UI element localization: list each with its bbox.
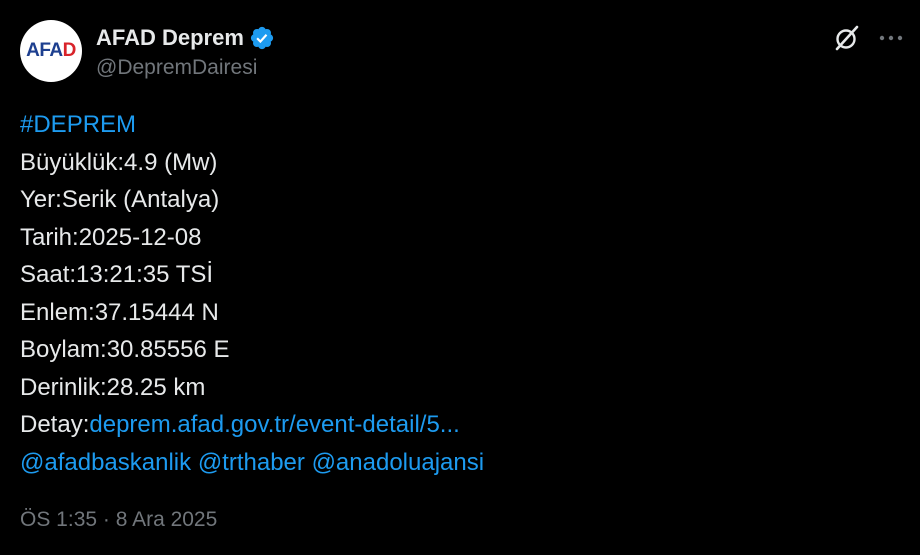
avatar-logo-text: AFAD <box>26 40 76 61</box>
mention-link[interactable]: @afadbaskanlik <box>20 449 191 476</box>
longitude-line: Boylam:30.85556 E <box>20 336 230 363</box>
avatar[interactable]: AFAD <box>20 20 82 82</box>
detail-link[interactable]: deprem.afad.gov.tr/event-detail/5... <box>89 411 459 438</box>
depth-line: Derinlik:28.25 km <box>20 373 206 401</box>
mention-link[interactable]: @anadoluajansi <box>312 449 485 476</box>
magnitude-line: Büyüklük:4.9 (Mw) <box>20 148 218 176</box>
time-line: Saat:13:21:35 TSİ <box>20 261 214 288</box>
more-horizontal-icon[interactable] <box>876 24 906 52</box>
verified-badge-icon[interactable] <box>249 25 275 51</box>
latitude-line: Enlem:37.15444 N <box>20 298 219 326</box>
detail-label: Detay: <box>20 411 90 438</box>
hashtag-link[interactable]: #DEPREM <box>20 111 136 138</box>
location-line: Yer:Serik (Antalya) <box>20 186 220 213</box>
author-name-row: AFAD Deprem <box>96 22 275 54</box>
mention-link[interactable]: @trthaber <box>198 449 305 476</box>
grok-icon[interactable] <box>833 24 861 52</box>
tweet-body: #DEPREM Büyüklük:4.9 (Mw) Yer:Serik (Ant… <box>20 106 484 481</box>
tweet-card: AFAD AFAD Deprem @DepremDairesi #DEPREM … <box>0 0 920 555</box>
author-handle[interactable]: @DepremDairesi <box>96 56 257 80</box>
tweet-timestamp[interactable]: ÖS 1:35 · 8 Ara 2025 <box>20 508 217 532</box>
date-line: Tarih:2025-12-08 <box>20 223 202 251</box>
display-name[interactable]: AFAD Deprem <box>96 25 244 51</box>
